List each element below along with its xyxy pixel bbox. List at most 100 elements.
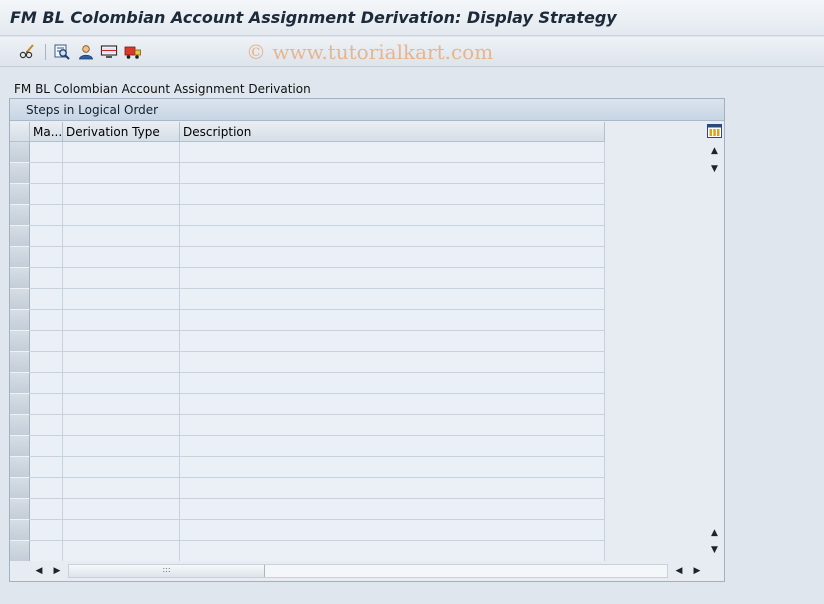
table-row[interactable] [10,415,606,436]
cell-ma[interactable] [30,457,63,478]
cell-description[interactable] [180,352,605,373]
table-settings-button[interactable] [706,122,723,140]
table-row[interactable] [10,457,606,478]
row-selector[interactable] [10,394,30,415]
cell-derivation-type[interactable] [63,205,180,226]
scroll-far-right-arrow-icon[interactable]: ▶ [690,564,704,578]
cell-description[interactable] [180,310,605,331]
scroll-page-up-arrow-icon[interactable]: ▲ [706,526,723,540]
cell-derivation-type[interactable] [63,226,180,247]
vertical-scrollbar[interactable]: ▲ ▼ ▲ ▼ [706,122,723,560]
cell-description[interactable] [180,541,605,562]
cell-derivation-type[interactable] [63,436,180,457]
cell-description[interactable] [180,520,605,541]
cell-ma[interactable] [30,541,63,562]
cell-derivation-type[interactable] [63,394,180,415]
cell-description[interactable] [180,457,605,478]
cell-ma[interactable] [30,415,63,436]
row-selector[interactable] [10,331,30,352]
row-selector[interactable] [10,184,30,205]
row-selector[interactable] [10,436,30,457]
row-selector[interactable] [10,415,30,436]
cell-description[interactable] [180,289,605,310]
cell-derivation-type[interactable] [63,373,180,394]
cell-description[interactable] [180,499,605,520]
row-selector[interactable] [10,457,30,478]
row-selector[interactable] [10,268,30,289]
scroll-far-left-arrow-icon[interactable]: ◀ [672,564,686,578]
display-table-button[interactable] [100,43,118,61]
cell-description[interactable] [180,163,605,184]
cell-ma[interactable] [30,394,63,415]
cell-derivation-type[interactable] [63,289,180,310]
cell-description[interactable] [180,247,605,268]
table-row[interactable] [10,289,606,310]
table-row[interactable] [10,142,606,163]
cell-ma[interactable] [30,142,63,163]
cell-description[interactable] [180,373,605,394]
table-row[interactable] [10,247,606,268]
cell-derivation-type[interactable] [63,268,180,289]
table-row[interactable] [10,184,606,205]
row-selector[interactable] [10,163,30,184]
cell-description[interactable] [180,184,605,205]
cell-description[interactable] [180,268,605,289]
cell-description[interactable] [180,205,605,226]
row-selector[interactable] [10,499,30,520]
cell-derivation-type[interactable] [63,457,180,478]
row-selector[interactable] [10,310,30,331]
table-row[interactable] [10,205,606,226]
column-header-ma[interactable]: Ma... [30,122,63,142]
table-row[interactable] [10,499,606,520]
horizontal-scroll-thumb[interactable]: ::: [69,565,265,577]
cell-ma[interactable] [30,436,63,457]
cell-ma[interactable] [30,331,63,352]
table-row[interactable] [10,331,606,352]
scroll-up-arrow-icon[interactable]: ▲ [706,144,723,158]
cell-description[interactable] [180,394,605,415]
cell-ma[interactable] [30,268,63,289]
display-change-button[interactable] [18,43,36,61]
table-row[interactable] [10,310,606,331]
table-row[interactable] [10,541,606,562]
row-selector[interactable] [10,373,30,394]
cell-derivation-type[interactable] [63,352,180,373]
row-selector[interactable] [10,520,30,541]
cell-derivation-type[interactable] [63,541,180,562]
row-selector[interactable] [10,142,30,163]
cell-ma[interactable] [30,184,63,205]
column-header-derivation-type[interactable]: Derivation Type [63,122,180,142]
scroll-down-arrow-icon[interactable]: ▼ [706,162,723,176]
row-selector[interactable] [10,352,30,373]
select-all-corner[interactable] [10,122,30,142]
cell-description[interactable] [180,478,605,499]
cell-derivation-type[interactable] [63,415,180,436]
cell-derivation-type[interactable] [63,478,180,499]
table-row[interactable] [10,352,606,373]
cell-ma[interactable] [30,226,63,247]
cell-derivation-type[interactable] [63,520,180,541]
cell-derivation-type[interactable] [63,142,180,163]
cell-description[interactable] [180,415,605,436]
cell-derivation-type[interactable] [63,331,180,352]
overview-button[interactable] [53,43,71,61]
table-row[interactable] [10,373,606,394]
cell-derivation-type[interactable] [63,499,180,520]
cell-ma[interactable] [30,352,63,373]
cell-ma[interactable] [30,520,63,541]
table-row[interactable] [10,478,606,499]
table-row[interactable] [10,520,606,541]
cell-ma[interactable] [30,373,63,394]
row-selector[interactable] [10,478,30,499]
cell-description[interactable] [180,436,605,457]
scroll-right-arrow-icon[interactable]: ▶ [50,564,64,578]
cell-ma[interactable] [30,499,63,520]
scroll-left-arrow-icon[interactable]: ◀ [32,564,46,578]
scroll-page-down-arrow-icon[interactable]: ▼ [706,543,723,557]
cell-derivation-type[interactable] [63,310,180,331]
cell-ma[interactable] [30,247,63,268]
row-selector[interactable] [10,205,30,226]
table-row[interactable] [10,226,606,247]
cell-description[interactable] [180,331,605,352]
row-selector[interactable] [10,289,30,310]
